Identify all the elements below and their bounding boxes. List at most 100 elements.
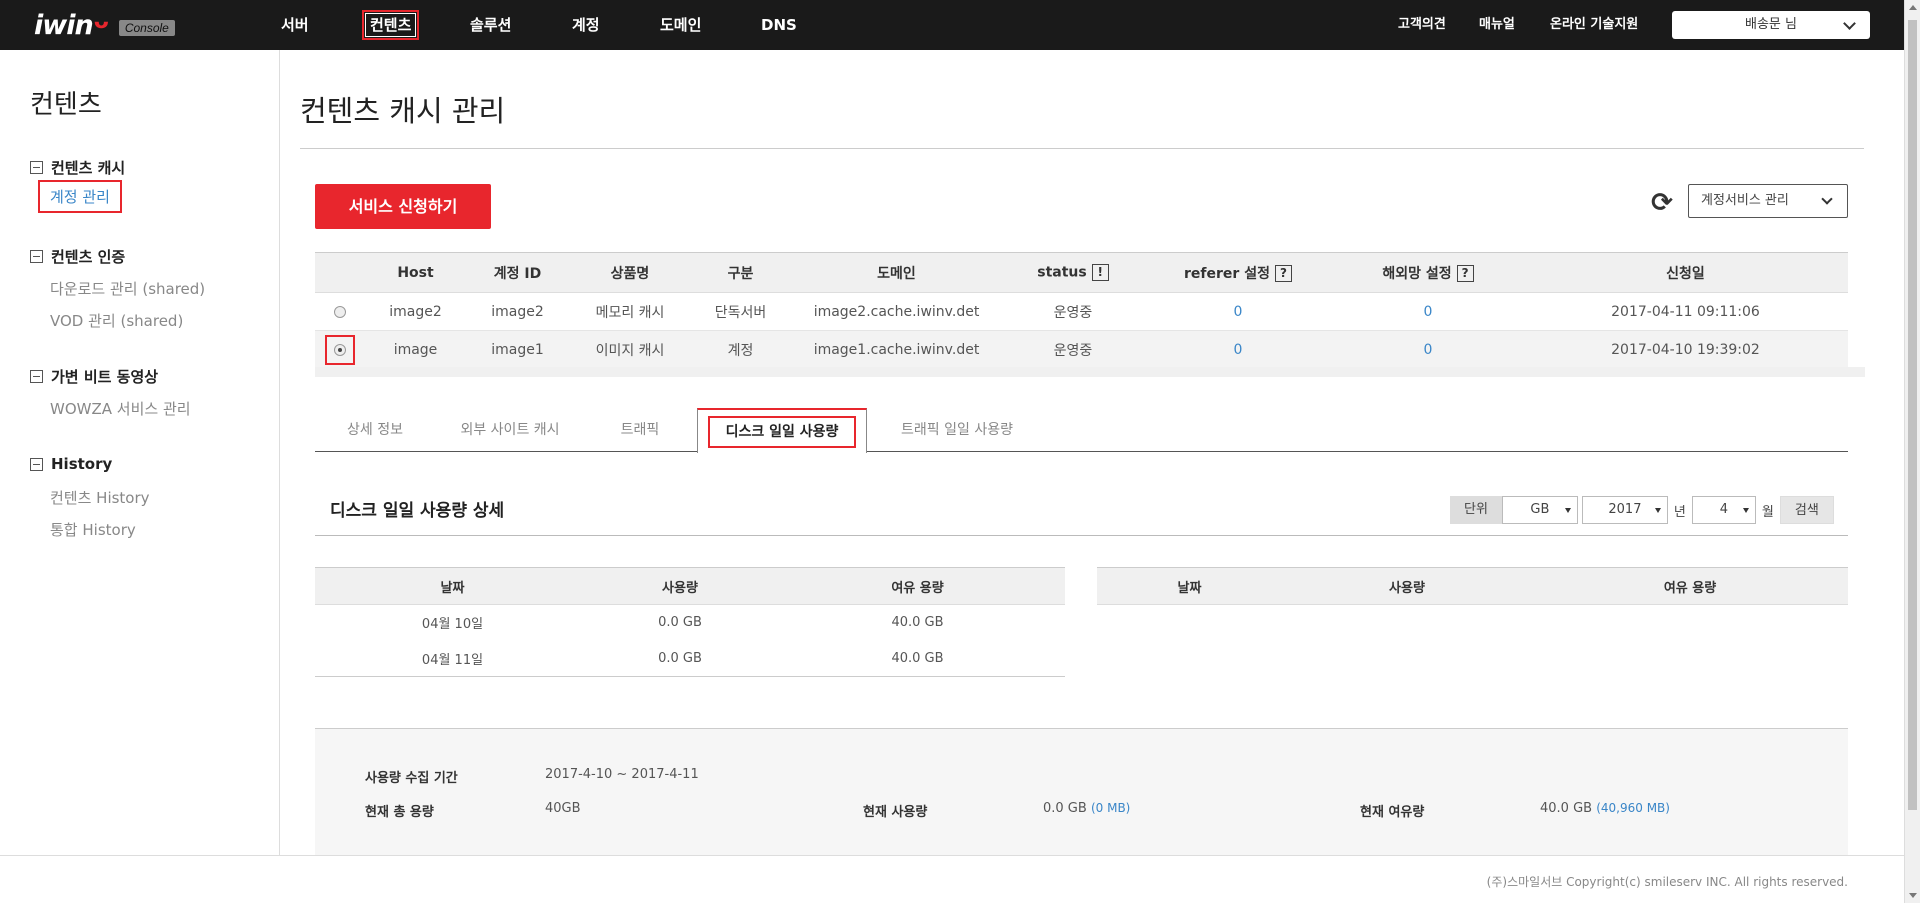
service-manage-select[interactable]: 계정서비스 관리 <box>1688 184 1848 218</box>
tab-disk-daily-usage[interactable]: 디스크 일일 사용량 <box>697 408 867 453</box>
tab-traffic[interactable]: 트래픽 <box>585 408 695 452</box>
nav-feedback[interactable]: 고객의견 <box>1398 0 1446 50</box>
apply-service-button[interactable]: 서비스 신청하기 <box>315 184 491 229</box>
col-referer: referer 설정? <box>1143 252 1333 293</box>
current-used-label: 현재 사용량 <box>863 805 928 820</box>
sidebar-item-vod-manage[interactable]: VOD 관리 (shared) <box>50 310 183 331</box>
table-row: 04월 11일 0.0 GB 40.0 GB <box>315 640 1065 677</box>
cell-product: 메모리 캐시 <box>569 292 691 331</box>
user-menu-select[interactable]: 배송문 님 <box>1672 11 1870 39</box>
collapse-icon[interactable] <box>30 250 43 263</box>
col-free: 여유 용량 <box>770 567 1065 605</box>
col-free: 여유 용량 <box>1532 567 1848 605</box>
sidebar-group-abr-video[interactable]: 가변 비트 동영상 <box>30 366 158 387</box>
cell-status: 운영중 <box>1003 292 1143 331</box>
sidebar-title: 컨텐츠 <box>30 90 102 120</box>
cell-type: 단독서버 <box>691 292 790 331</box>
accounts-table: Host 계정 ID 상품명 구분 도메인 status! referer 설정… <box>315 252 1848 369</box>
logo-smile-icon: ᴗ <box>93 8 109 34</box>
nav-account[interactable]: 계정 <box>572 0 600 50</box>
cell-referer-link[interactable]: 0 <box>1143 292 1333 331</box>
sidebar-group-content-auth[interactable]: 컨텐츠 인증 <box>30 246 125 267</box>
table-header-row: Host 계정 ID 상품명 구분 도메인 status! referer 설정… <box>315 252 1848 293</box>
cell-domain: image2.cache.iwinv.det <box>790 292 1003 331</box>
cell-product: 이미지 캐시 <box>569 330 691 369</box>
col-date: 신청일 <box>1523 252 1848 293</box>
table-footer-strip <box>315 367 1865 377</box>
divider <box>315 535 1848 536</box>
unit-select[interactable]: GB <box>1501 496 1578 524</box>
collapse-icon[interactable] <box>30 457 43 471</box>
cell-account-id: image1 <box>466 330 569 369</box>
nav-online-support[interactable]: 온라인 기술지원 <box>1550 0 1638 50</box>
sidebar-group-history[interactable]: History <box>30 455 112 473</box>
usage-summary: 사용량 수집 기간 2017-4-10 ~ 2017-4-11 현재 총 용량 … <box>315 728 1848 855</box>
col-status: status! <box>1003 252 1143 293</box>
cell-referer-link[interactable]: 0 <box>1143 330 1333 369</box>
usage-filters: 단위 GB 2017 년 4 월 검색 <box>1450 496 1834 524</box>
usage-table-left: 날짜 사용량 여유 용량 04월 10일 0.0 GB 40.0 GB 04월 … <box>315 567 1065 677</box>
total-capacity-value: 40GB <box>545 801 581 816</box>
row-radio-cell[interactable] <box>315 292 365 331</box>
month-select[interactable]: 4 <box>1691 496 1756 524</box>
year-suffix: 년 <box>1673 504 1686 520</box>
year-select[interactable]: 2017 <box>1581 496 1668 524</box>
nav-server[interactable]: 서버 <box>281 0 309 50</box>
row-radio[interactable] <box>334 305 346 318</box>
col-domain: 도메인 <box>790 252 1003 293</box>
console-badge: Console <box>118 20 175 36</box>
logo[interactable]: iwin ᴗ Console <box>34 8 175 41</box>
page-scrollbar[interactable] <box>1904 0 1920 903</box>
collapse-icon[interactable] <box>30 370 43 383</box>
nav-domain[interactable]: 도메인 <box>660 0 701 50</box>
sidebar-item-wowza-manage[interactable]: WOWZA 서비스 관리 <box>50 398 191 419</box>
sidebar-item-account-manage[interactable]: 계정 관리 <box>38 180 122 213</box>
dropdown-icon <box>1742 508 1749 513</box>
row-radio[interactable] <box>334 343 346 356</box>
table-header-row: 날짜 사용량 여유 용량 <box>315 567 1065 605</box>
tab-detail-info[interactable]: 상세 정보 <box>315 408 435 452</box>
col-product: 상품명 <box>569 252 691 293</box>
nav-manual[interactable]: 매뉴얼 <box>1479 0 1515 50</box>
cell-type: 계정 <box>691 330 790 369</box>
col-date: 날짜 <box>1097 567 1282 605</box>
help-icon[interactable]: ? <box>1274 265 1292 282</box>
table-row[interactable]: image image1 이미지 캐시 계정 image1.cache.iwin… <box>315 330 1848 369</box>
col-overseas: 해외망 설정? <box>1333 252 1523 293</box>
table-row[interactable]: image2 image2 메모리 캐시 단독서버 image2.cache.i… <box>315 292 1848 331</box>
radio-highlight[interactable] <box>325 334 355 365</box>
search-button[interactable]: 검색 <box>1779 496 1834 524</box>
scroll-up-icon[interactable] <box>1909 5 1917 10</box>
col-host: Host <box>365 252 466 293</box>
nav-dns[interactable]: DNS <box>761 0 797 50</box>
tab-traffic-daily-usage[interactable]: 트래픽 일일 사용량 <box>867 408 1047 452</box>
sidebar-group-content-cache[interactable]: 컨텐츠 캐시 <box>30 157 125 178</box>
cell-overseas-link[interactable]: 0 <box>1333 292 1523 331</box>
nav-contents[interactable]: 컨텐츠 <box>362 0 420 50</box>
month-suffix: 월 <box>1761 504 1774 520</box>
page-title: 컨텐츠 캐시 관리 <box>300 94 506 128</box>
refresh-icon[interactable]: ⟳ <box>1648 189 1676 217</box>
cell-date: 2017-04-10 19:39:02 <box>1523 330 1848 369</box>
col-type: 구분 <box>691 252 790 293</box>
cell-date: 2017-04-11 09:11:06 <box>1523 292 1848 331</box>
tab-external-cache[interactable]: 외부 사이트 캐시 <box>435 408 585 452</box>
info-icon[interactable]: ! <box>1091 264 1109 281</box>
nav-solution[interactable]: 솔루션 <box>470 0 511 50</box>
sidebar-item-total-history[interactable]: 통합 History <box>50 519 136 540</box>
scroll-down-icon[interactable] <box>1909 893 1917 898</box>
cell-used: 0.0 GB <box>658 615 702 631</box>
cell-overseas-link[interactable]: 0 <box>1333 330 1523 369</box>
row-radio-cell[interactable] <box>315 330 365 369</box>
scrollbar-thumb[interactable] <box>1908 20 1917 810</box>
sidebar-item-content-history[interactable]: 컨텐츠 History <box>50 487 150 508</box>
col-used: 사용량 <box>1282 567 1532 605</box>
col-date: 날짜 <box>315 567 590 605</box>
usage-table-right: 날짜 사용량 여유 용량 <box>1097 567 1848 605</box>
dropdown-icon <box>1654 508 1661 513</box>
sidebar: 컨텐츠 컨텐츠 캐시 계정 관리 컨텐츠 인증 다운로드 관리 (shared)… <box>0 50 280 855</box>
sidebar-item-download-manage[interactable]: 다운로드 관리 (shared) <box>50 278 205 299</box>
collapse-icon[interactable] <box>30 161 43 174</box>
help-icon[interactable]: ? <box>1456 265 1474 282</box>
col-used: 사용량 <box>590 567 770 605</box>
